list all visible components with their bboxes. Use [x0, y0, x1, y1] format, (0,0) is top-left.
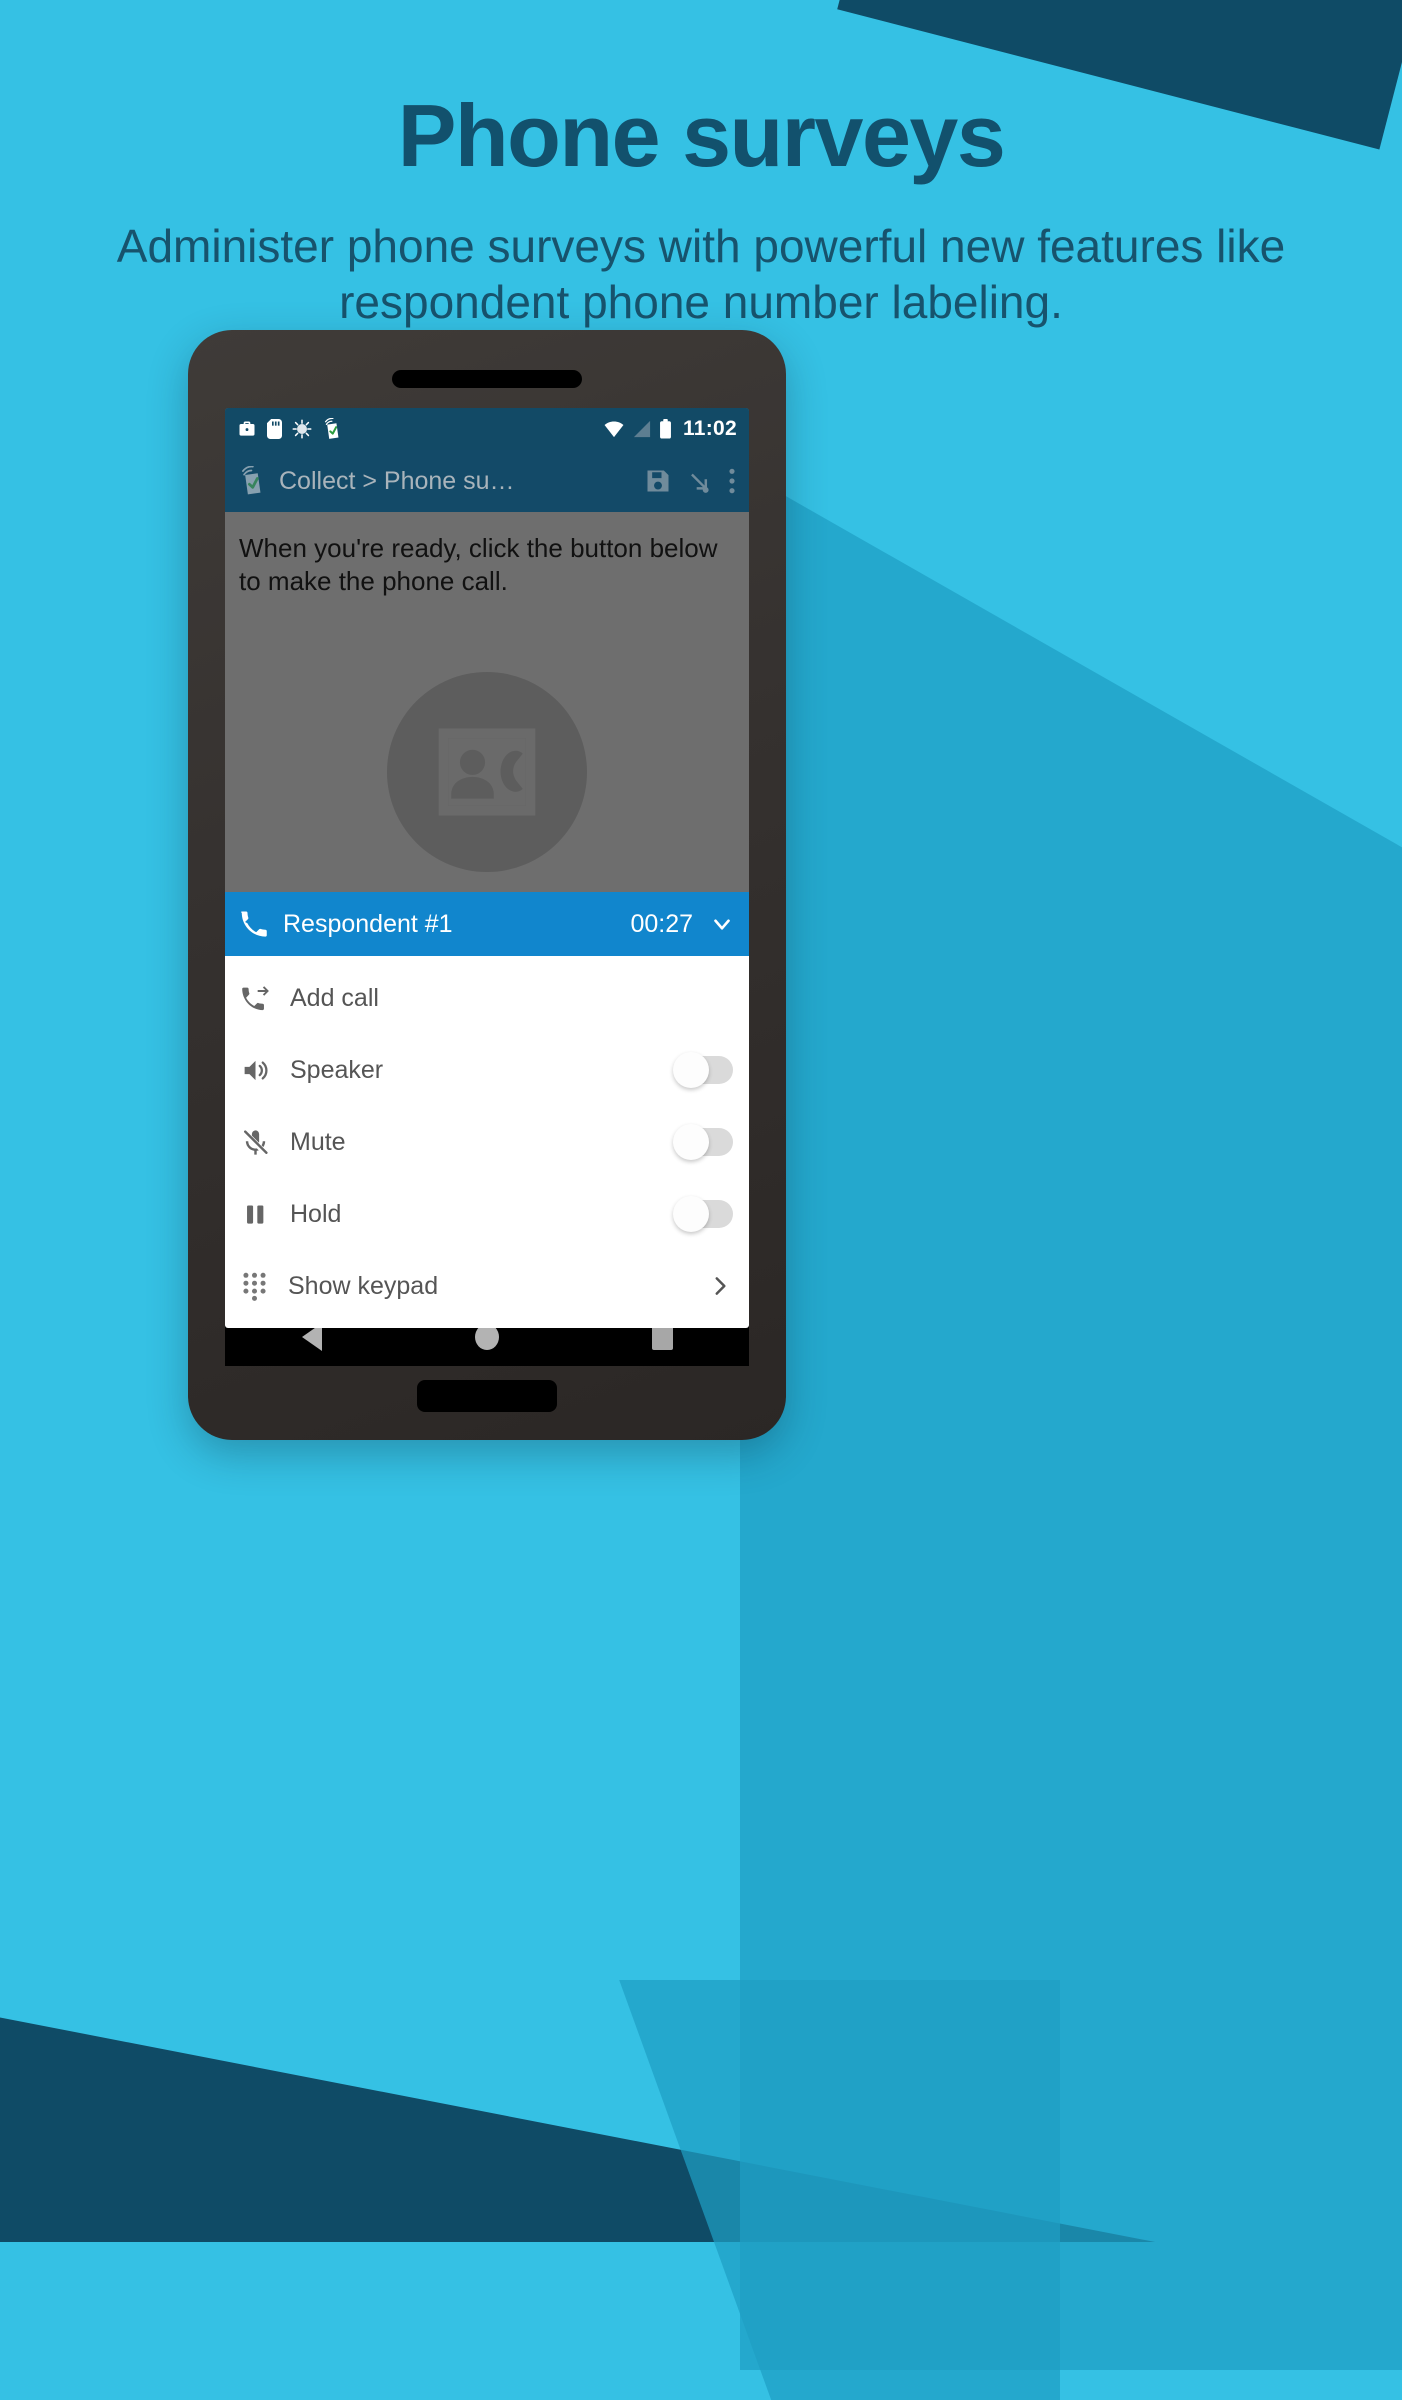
- avatar: [387, 672, 587, 872]
- in-call-respondent-name: Respondent #1: [283, 909, 453, 938]
- collect-app-icon: [321, 418, 342, 440]
- page-title: Phone surveys: [397, 86, 1006, 185]
- speaker-icon: [241, 1056, 270, 1085]
- sync-spinner-icon: [292, 419, 312, 439]
- call-option-label: Add call: [290, 983, 379, 1012]
- chevron-down-icon[interactable]: [709, 911, 735, 937]
- app-bar-title: Collect > Phone su…: [279, 466, 515, 495]
- chevron-right-icon[interactable]: [707, 1273, 733, 1299]
- phone-screen: 11:02 Collect > Phone su… When you're re…: [225, 408, 749, 1328]
- call-duration-timer: 00:27: [630, 909, 693, 938]
- status-bar-clock: 11:02: [682, 417, 737, 440]
- call-option-show-keypad[interactable]: Show keypad: [225, 1250, 749, 1322]
- end-call-button[interactable]: End call: [225, 1326, 749, 1328]
- pause-icon: [241, 1200, 270, 1229]
- jump-to-question-icon[interactable]: [686, 468, 713, 495]
- call-option-label: Speaker: [290, 1055, 384, 1084]
- work-profile-icon: [237, 419, 257, 439]
- add-call-icon: [241, 983, 270, 1013]
- save-form-icon[interactable]: [644, 467, 672, 495]
- mute-toggle[interactable]: [673, 1124, 733, 1160]
- app-bar: Collect > Phone su…: [225, 450, 749, 512]
- page-subtitle: Administer phone surveys with powerful n…: [116, 220, 1286, 329]
- contact-phone-icon: [429, 714, 545, 830]
- call-option-hold[interactable]: Hold: [225, 1178, 749, 1250]
- cell-signal-icon: [632, 420, 652, 438]
- wifi-icon: [603, 420, 625, 438]
- speaker-toggle[interactable]: [673, 1052, 733, 1088]
- call-option-add-call[interactable]: Add call: [225, 962, 749, 1034]
- in-call-banner[interactable]: Respondent #1 00:27: [225, 892, 749, 956]
- dialpad-icon: [241, 1272, 268, 1301]
- promo-header: Phone surveys Administer phone surveys w…: [0, 0, 1402, 330]
- call-option-label: Mute: [290, 1127, 346, 1156]
- form-instruction-text: When you're ready, click the button belo…: [239, 533, 718, 596]
- hold-toggle[interactable]: [673, 1196, 733, 1232]
- home-button: [417, 1380, 557, 1412]
- status-bar-left-icons: [237, 418, 342, 440]
- overflow-menu-icon[interactable]: [727, 467, 737, 495]
- phone-handset-icon: [239, 910, 267, 938]
- collect-app-icon: [237, 466, 265, 496]
- sd-card-icon: [266, 419, 283, 439]
- mic-off-icon: [241, 1128, 270, 1157]
- earpiece-speaker: [392, 370, 582, 388]
- call-option-label: Show keypad: [288, 1271, 439, 1300]
- status-bar-right-icons: 11:02: [603, 417, 737, 441]
- call-option-label: Hold: [290, 1199, 342, 1228]
- phone-device-frame: 11:02 Collect > Phone su… When you're re…: [188, 330, 786, 1440]
- android-status-bar: 11:02: [225, 408, 749, 450]
- battery-icon: [659, 419, 672, 439]
- in-call-options-sheet: Add call Speaker Mute Hold Show keypad: [225, 956, 749, 1328]
- call-option-speaker[interactable]: Speaker: [225, 1034, 749, 1106]
- call-option-mute[interactable]: Mute: [225, 1106, 749, 1178]
